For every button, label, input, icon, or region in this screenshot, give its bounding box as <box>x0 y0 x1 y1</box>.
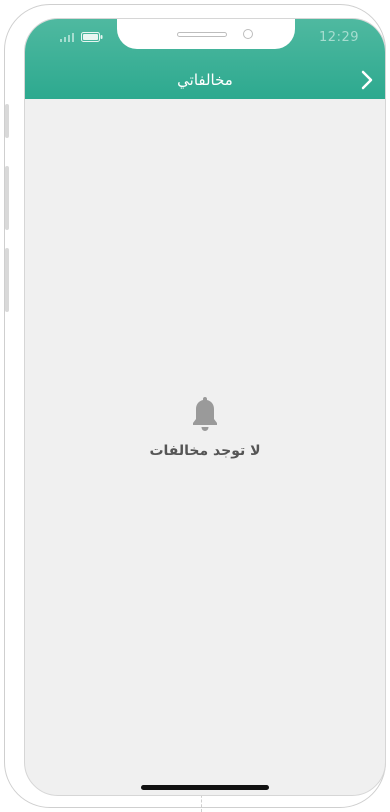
speaker-grille <box>177 32 227 37</box>
empty-state-message: لا توجد مخالفات <box>149 443 261 459</box>
bell-icon <box>193 397 217 431</box>
battery-icon <box>81 32 103 42</box>
device-notch <box>117 19 295 49</box>
device-side-button <box>5 166 9 230</box>
app-header: 12:29 مخالفاتي <box>25 19 385 99</box>
signal-bars-icon <box>60 33 74 42</box>
device-side-button <box>5 104 9 138</box>
page-title: مخالفاتي <box>177 71 233 89</box>
chevron-right-icon[interactable] <box>359 69 375 91</box>
empty-state: لا توجد مخالفات <box>25 395 385 459</box>
status-time: 12:29 <box>319 30 359 45</box>
home-indicator[interactable] <box>141 785 269 790</box>
device-side-button <box>5 248 9 312</box>
front-camera-icon <box>243 29 253 39</box>
app-screen: 12:29 مخالفاتي لا توجد مخالفات <box>24 18 386 796</box>
